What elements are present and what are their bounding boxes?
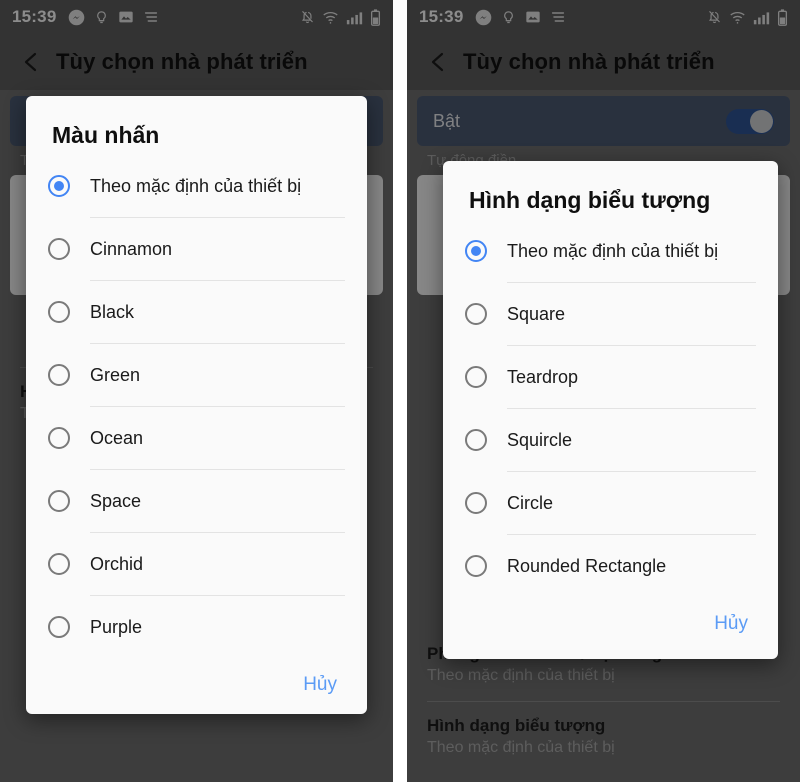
radio-option-label: Purple (90, 616, 143, 637)
action-bar-right: Tùy chọn nhà phát triển (407, 34, 800, 90)
radio-option-row[interactable]: Orchid (26, 533, 367, 595)
radio-option-row[interactable]: Rounded Rectangle (443, 535, 778, 597)
developer-options-switch[interactable] (726, 108, 774, 134)
radio-option-row[interactable]: Green (26, 344, 367, 406)
status-bar-clock: 15:39 (12, 7, 57, 26)
phone-screenshot-right: 15:39 Tùy chọn nhà phát triển Bật Tự The… (407, 0, 800, 782)
bulb-icon (504, 10, 514, 23)
battery-icon (370, 8, 381, 26)
cancel-button[interactable]: Hủy (710, 607, 752, 641)
radio-button[interactable] (48, 553, 70, 575)
dialog-actions: Hủy (26, 658, 367, 720)
notifications-off-icon (709, 10, 720, 24)
icon-shape-option-list: Theo mặc định của thiết bị Square Teardrop… (443, 220, 778, 597)
radio-button[interactable] (48, 490, 70, 512)
radio-option-row[interactable]: Theo mặc định của thiết bị (26, 155, 367, 217)
radio-option-label: Orchid (90, 553, 144, 574)
setting-row-subtitle: Theo mặc định của thiết bị (427, 739, 615, 756)
radio-option-label: Green (90, 364, 141, 385)
radio-button[interactable] (48, 301, 70, 323)
radio-option-row[interactable]: Space (26, 470, 367, 532)
phone-screenshot-left: 15:39 Tùy chọn nhà phát triển Bật (0, 0, 393, 782)
setting-row-title: Hình dạng biểu tượng (427, 716, 606, 735)
radio-option-row[interactable]: Black (26, 281, 367, 343)
status-bar-left: 15:39 (0, 0, 393, 34)
screenshot-stage: 15:39 Tùy chọn nhà phát triển Bật (0, 0, 800, 782)
chevron-left-icon (24, 52, 37, 72)
setting-row-icon-shape[interactable]: Hình dạng biểu tượng Theo mặc định của t… (427, 702, 780, 761)
radio-option-label: Rounded Rectangle (507, 555, 667, 576)
status-bar-notification-icons (475, 9, 707, 26)
radio-option-row[interactable]: Purple (26, 596, 367, 658)
radio-button[interactable] (48, 238, 70, 260)
icon-shape-dialog: Hình dạng biểu tượng Theo mặc định của t… (443, 161, 778, 659)
back-button[interactable] (421, 45, 455, 79)
radio-button[interactable] (465, 366, 487, 388)
radio-option-row[interactable]: Square (443, 283, 778, 345)
page-title: Tùy chọn nhà phát triển (463, 49, 715, 74)
radio-option-label: Black (90, 301, 135, 322)
radio-option-row[interactable]: Cinnamon (26, 218, 367, 280)
status-bar-clock: 15:39 (419, 7, 464, 26)
radio-button-selected[interactable] (465, 240, 487, 262)
wifi-icon (323, 11, 338, 24)
radio-option-row[interactable]: Squircle (443, 409, 778, 471)
image-icon (119, 11, 134, 23)
radio-option-label: Space (90, 490, 142, 511)
radio-option-label: Square (507, 303, 566, 324)
radio-option-row[interactable]: Ocean (26, 407, 367, 469)
dialog-actions: Hủy (443, 597, 778, 659)
accent-color-dialog: Màu nhấn Theo mặc định của thiết bị Cinna… (26, 96, 367, 714)
radio-button[interactable] (465, 555, 487, 577)
status-bar-notification-icons (68, 9, 300, 26)
messenger-icon (69, 9, 85, 25)
setting-row-subtitle: Theo mặc định của thiết bị (427, 667, 615, 684)
radio-button[interactable] (48, 364, 70, 386)
toggle-label: Bật (433, 110, 461, 131)
cancel-button[interactable]: Hủy (299, 668, 341, 702)
radio-button[interactable] (465, 303, 487, 325)
bulb-icon (97, 10, 107, 23)
radio-button[interactable] (48, 427, 70, 449)
list-icon (552, 12, 565, 22)
radio-option-label: Circle (507, 492, 554, 513)
radio-button-selected[interactable] (48, 175, 70, 197)
status-bar-right: 15:39 (407, 0, 800, 34)
radio-option-label: Ocean (90, 427, 144, 448)
action-bar-left: Tùy chọn nhà phát triển (0, 34, 393, 90)
switch-knob (750, 109, 773, 133)
image-icon (526, 11, 541, 23)
dialog-title: Màu nhấn (52, 122, 160, 148)
radio-option-label: Theo mặc định của thiết bị (90, 175, 302, 196)
page-title: Tùy chọn nhà phát triển (56, 49, 308, 74)
radio-button[interactable] (465, 429, 487, 451)
developer-options-toggle-row[interactable]: Bật (417, 96, 790, 146)
radio-option-label: Theo mặc định của thiết bị (507, 240, 719, 261)
notifications-off-icon (302, 10, 313, 24)
status-bar-system-icons (300, 8, 381, 26)
radio-option-row[interactable]: Theo mặc định của thiết bị (443, 220, 778, 282)
radio-option-label: Teardrop (507, 366, 579, 387)
accent-color-option-list: Theo mặc định của thiết bị Cinnamon Black G… (26, 155, 367, 658)
radio-option-row[interactable]: Circle (443, 472, 778, 534)
messenger-icon (476, 9, 492, 25)
wifi-icon (730, 11, 745, 24)
list-icon (145, 12, 158, 22)
radio-option-label: Squircle (507, 429, 573, 450)
signal-icon (346, 11, 363, 24)
battery-icon (777, 8, 788, 26)
radio-option-label: Cinnamon (90, 238, 173, 259)
chevron-left-icon (431, 52, 444, 72)
dialog-title: Hình dạng biểu tượng (469, 187, 711, 213)
radio-button[interactable] (465, 492, 487, 514)
radio-button[interactable] (48, 616, 70, 638)
back-button[interactable] (14, 45, 48, 79)
signal-icon (753, 11, 770, 24)
status-bar-system-icons (707, 8, 788, 26)
radio-option-row[interactable]: Teardrop (443, 346, 778, 408)
